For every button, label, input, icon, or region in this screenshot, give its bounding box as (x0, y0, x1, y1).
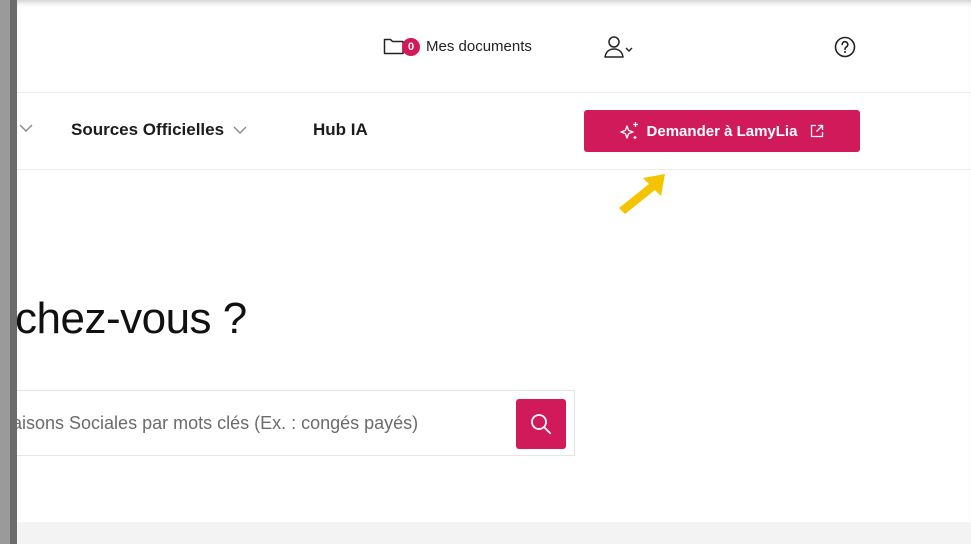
chevron-down-icon (233, 126, 247, 134)
nav-item-sources-officielles[interactable]: Sources Officielles (71, 120, 247, 140)
main-navigation: Sources Officielles Hub IA Demander à La… (17, 93, 971, 170)
chevron-down-icon[interactable] (19, 123, 33, 133)
my-documents-link[interactable]: 0 Mes documents (383, 34, 532, 58)
search-bar (17, 390, 575, 456)
user-icon (604, 36, 633, 58)
content-section-background (17, 522, 971, 544)
pointer-arrow-icon (619, 174, 665, 214)
nav-item-hub-ia[interactable]: Hub IA (313, 120, 368, 140)
page-title: chez-vous ? (15, 294, 247, 343)
search-button[interactable] (516, 399, 566, 449)
external-link-icon (811, 124, 824, 138)
search-input[interactable] (17, 391, 498, 455)
sparkle-icon (619, 122, 638, 139)
top-bar: 0 Mes documents (17, 0, 971, 93)
documents-count-badge: 0 (402, 38, 420, 56)
ask-lamylia-label: Demander à LamyLia (646, 122, 798, 140)
help-button[interactable] (833, 35, 857, 59)
user-menu-button[interactable] (603, 34, 639, 60)
browser-viewport: 0 Mes documents Sources Officielles Hub … (10, 0, 971, 544)
nav-item-label: Hub IA (313, 120, 368, 139)
search-icon (531, 414, 552, 435)
nav-item-label: Sources Officielles (71, 120, 225, 139)
ask-lamylia-button[interactable]: Demander à LamyLia (584, 110, 860, 152)
my-documents-label: Mes documents (426, 37, 532, 55)
help-icon (834, 36, 856, 58)
